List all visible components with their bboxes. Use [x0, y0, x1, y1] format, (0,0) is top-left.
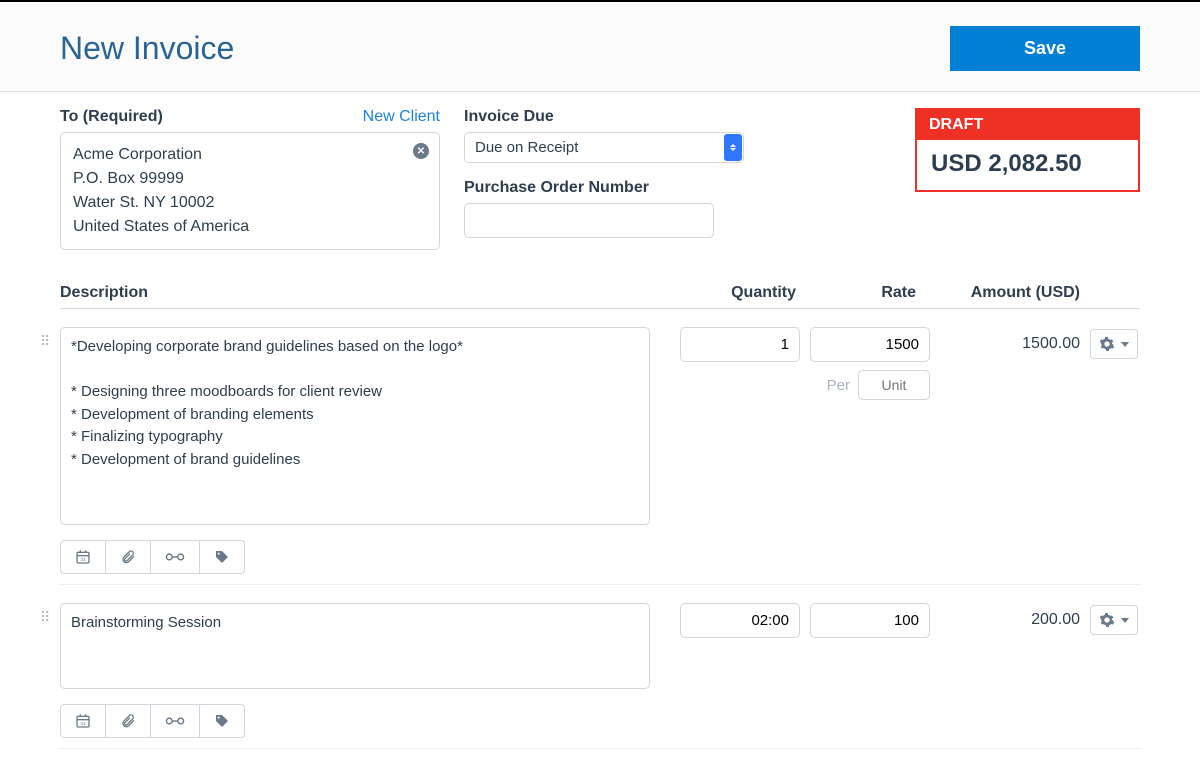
link-icon-button[interactable] — [150, 704, 200, 738]
client-address-line2: Water St. NY 10002 — [73, 191, 427, 215]
tag-icon-button[interactable] — [199, 704, 245, 738]
to-label: To (Required) — [60, 108, 163, 126]
col-quantity: Quantity — [680, 284, 810, 302]
status-badge: DRAFT — [917, 110, 1138, 140]
line-item: ⠿31200.00 — [60, 585, 1140, 749]
paperclip-icon-button[interactable] — [105, 540, 151, 574]
client-name: Acme Corporation — [73, 143, 427, 167]
line-item: ⠿31Per1500.00 — [60, 309, 1140, 585]
rate-input[interactable] — [810, 603, 930, 638]
quantity-input[interactable] — [680, 603, 800, 638]
amount-value: 1500.00 — [940, 327, 1080, 353]
unit-input[interactable] — [858, 370, 930, 400]
total-amount: 2,082.50 — [988, 150, 1081, 177]
calendar-icon-button[interactable]: 31 — [60, 540, 106, 574]
invoice-due-label: Invoice Due — [464, 108, 744, 126]
col-rate: Rate — [810, 284, 940, 302]
total-currency: USD — [931, 150, 982, 177]
paperclip-icon — [120, 713, 136, 729]
description-input[interactable] — [60, 327, 650, 525]
gear-icon — [1099, 612, 1115, 628]
link-icon — [165, 715, 185, 727]
tag-icon-button[interactable] — [199, 540, 245, 574]
line-item-menu-button[interactable] — [1090, 605, 1138, 635]
client-address-line1: P.O. Box 99999 — [73, 167, 427, 191]
col-description: Description — [60, 284, 680, 302]
po-label: Purchase Order Number — [464, 179, 744, 197]
chevron-down-icon — [1121, 618, 1129, 623]
chevron-down-icon — [1121, 342, 1129, 347]
col-amount: Amount (USD) — [940, 284, 1080, 302]
link-icon — [165, 551, 185, 563]
paperclip-icon-button[interactable] — [105, 704, 151, 738]
rate-input[interactable] — [810, 327, 930, 362]
tag-icon — [214, 713, 230, 729]
page-title: New Invoice — [60, 30, 234, 67]
amount-value: 200.00 — [940, 603, 1080, 629]
close-icon[interactable]: ✕ — [413, 143, 429, 159]
link-icon-button[interactable] — [150, 540, 200, 574]
svg-text:31: 31 — [80, 557, 86, 562]
svg-text:31: 31 — [80, 721, 86, 726]
drag-handle-icon[interactable]: ⠿ — [40, 609, 48, 626]
line-item-menu-button[interactable] — [1090, 329, 1138, 359]
gear-icon — [1099, 336, 1115, 352]
quantity-input[interactable] — [680, 327, 800, 362]
calendar-icon: 31 — [75, 549, 91, 565]
invoice-due-select[interactable]: Due on Receipt — [464, 132, 744, 163]
paperclip-icon — [120, 549, 136, 565]
invoice-total-box: DRAFT USD 2,082.50 — [915, 108, 1140, 192]
calendar-icon-button[interactable]: 31 — [60, 704, 106, 738]
client-box[interactable]: ✕ Acme Corporation P.O. Box 99999 Water … — [60, 132, 440, 250]
per-label: Per — [827, 377, 850, 394]
po-number-input[interactable] — [464, 203, 714, 238]
description-input[interactable] — [60, 603, 650, 689]
drag-handle-icon[interactable]: ⠿ — [40, 333, 48, 350]
tag-icon — [214, 549, 230, 565]
save-button[interactable]: Save — [950, 26, 1140, 71]
calendar-icon: 31 — [75, 713, 91, 729]
new-client-link[interactable]: New Client — [363, 108, 440, 126]
client-address-country: United States of America — [73, 215, 427, 239]
